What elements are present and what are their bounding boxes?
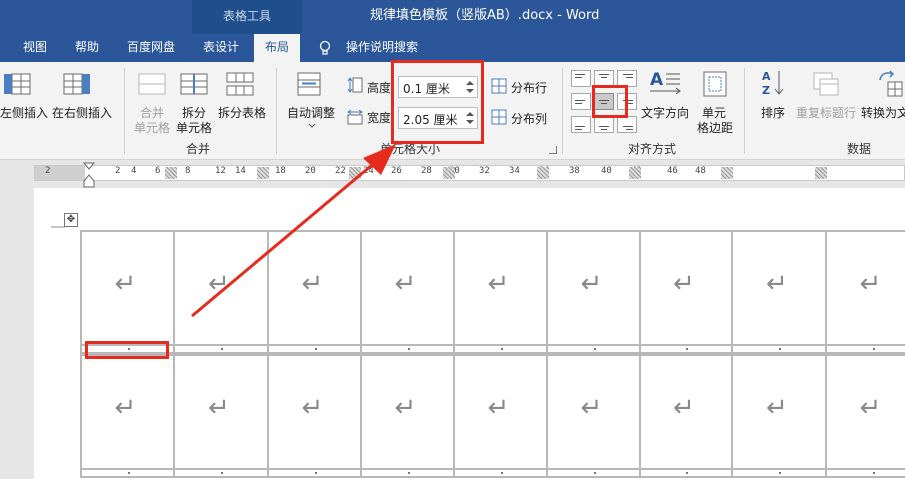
annotation-arrow <box>191 144 396 318</box>
